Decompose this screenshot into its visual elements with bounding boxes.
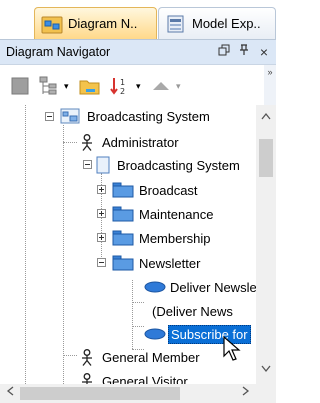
collapse-toggle[interactable]: [83, 160, 92, 169]
tree-connector: [132, 326, 144, 327]
use-case-icon: [144, 281, 166, 293]
svg-text:1: 1: [120, 78, 125, 87]
diagram-tree: Broadcasting System Administrator Broadc…: [0, 105, 256, 384]
collapse-toggle[interactable]: [45, 112, 54, 121]
tree-item-deliver-news-ref[interactable]: (Deliver News: [150, 301, 235, 321]
close-icon[interactable]: ×: [256, 44, 272, 60]
pin-icon[interactable]: [236, 44, 252, 60]
tab-diagram-navigator[interactable]: Diagram N..: [34, 7, 157, 39]
scroll-right-icon[interactable]: [236, 384, 256, 403]
tree-connector: [63, 355, 77, 356]
svg-text:2: 2: [120, 87, 125, 96]
tree-item-broadcasting-system[interactable]: Broadcasting System: [96, 155, 242, 175]
horizontal-scrollbar[interactable]: [0, 384, 256, 403]
tree-connector: [25, 105, 26, 384]
package-icon: [112, 182, 134, 198]
system-icon: [96, 156, 110, 174]
tree-item-label: Administrator: [102, 134, 179, 150]
tree-item-broadcast[interactable]: Broadcast: [112, 180, 200, 200]
square-icon[interactable]: [10, 75, 30, 97]
tree-item-maintenance[interactable]: Maintenance: [112, 204, 215, 224]
scroll-up-icon[interactable]: [256, 107, 276, 127]
horizontal-scroll-thumb[interactable]: [20, 387, 180, 400]
expand-toggle[interactable]: [97, 209, 106, 218]
vertical-scroll-thumb[interactable]: [259, 139, 273, 177]
tab-label: Diagram N..: [68, 16, 138, 31]
collapse-toggle[interactable]: [97, 258, 106, 267]
tree-item-label: (Deliver News: [152, 303, 233, 319]
tab-label: Model Exp..: [192, 16, 261, 31]
tab-strip: Diagram N.. Model Exp..: [0, 0, 276, 39]
use-case-icon: [144, 328, 166, 340]
tree-item-label: General Member: [102, 349, 200, 365]
tree-item-general-visitor[interactable]: General Visitor: [80, 371, 190, 384]
mouse-cursor-icon: [223, 336, 241, 361]
scroll-left-icon[interactable]: [0, 384, 20, 403]
panel-title: Diagram Navigator: [6, 45, 111, 59]
tree-item-label: Broadcasting System: [87, 108, 210, 124]
scroll-down-icon[interactable]: [256, 360, 276, 380]
tab-model-explorer[interactable]: Model Exp..: [158, 7, 276, 39]
tree-item-administrator[interactable]: Administrator: [80, 132, 181, 152]
tree-item-label: Broadcast: [139, 182, 198, 198]
tree-item-label: Newsletter: [139, 255, 201, 271]
scrollbar-corner: [256, 384, 276, 403]
actor-icon: [82, 348, 92, 366]
expand-toggle[interactable]: [97, 185, 106, 194]
diagram-navigator-icon: [41, 16, 63, 33]
panel-header: Diagram Navigator ×: [0, 39, 276, 65]
model-explorer-icon: [167, 15, 184, 32]
package-icon: [112, 230, 134, 246]
tree-item-label: Membership: [139, 230, 211, 246]
tree-connector: [63, 142, 77, 143]
vertical-scrollbar[interactable]: [256, 105, 276, 384]
tree-item-newsletter[interactable]: Newsletter: [112, 253, 202, 273]
diagram-icon: [60, 108, 80, 124]
actor-icon: [82, 133, 92, 151]
tree-item-label: Broadcasting System: [117, 157, 240, 173]
package-icon: [112, 206, 134, 222]
package-icon: [112, 255, 134, 271]
actor-icon: [82, 372, 92, 384]
tree-item-deliver-newsletter[interactable]: Deliver Newsle: [144, 277, 256, 297]
tree-item-label: General Visitor: [102, 373, 188, 385]
tree-item-root[interactable]: Broadcasting System: [60, 106, 212, 126]
sort-icon[interactable]: 1 2: [108, 75, 132, 97]
tree-item-general-member[interactable]: General Member: [80, 347, 202, 367]
toolbar: ▾ 1 2 ▾ ▾ »: [0, 65, 276, 105]
expand-toggle[interactable]: [97, 233, 106, 242]
restore-icon[interactable]: [216, 44, 232, 60]
tree-item-membership[interactable]: Membership: [112, 228, 213, 248]
tree-item-label: Deliver Newsle: [170, 279, 256, 295]
dropdown-arrow-icon[interactable]: ▾: [176, 81, 181, 92]
toolbar-overflow-button[interactable]: »: [264, 65, 276, 105]
up-arrow-icon[interactable]: [150, 75, 172, 97]
tree-item-label: Maintenance: [139, 206, 214, 222]
tree-connector: [132, 280, 133, 349]
tree-view-icon[interactable]: [38, 75, 62, 97]
tree-connector: [132, 302, 144, 303]
folder-down-icon[interactable]: [78, 75, 102, 97]
dropdown-arrow-icon[interactable]: ▾: [136, 81, 141, 92]
dropdown-arrow-icon[interactable]: ▾: [64, 81, 69, 92]
tree-connector: [63, 125, 64, 384]
